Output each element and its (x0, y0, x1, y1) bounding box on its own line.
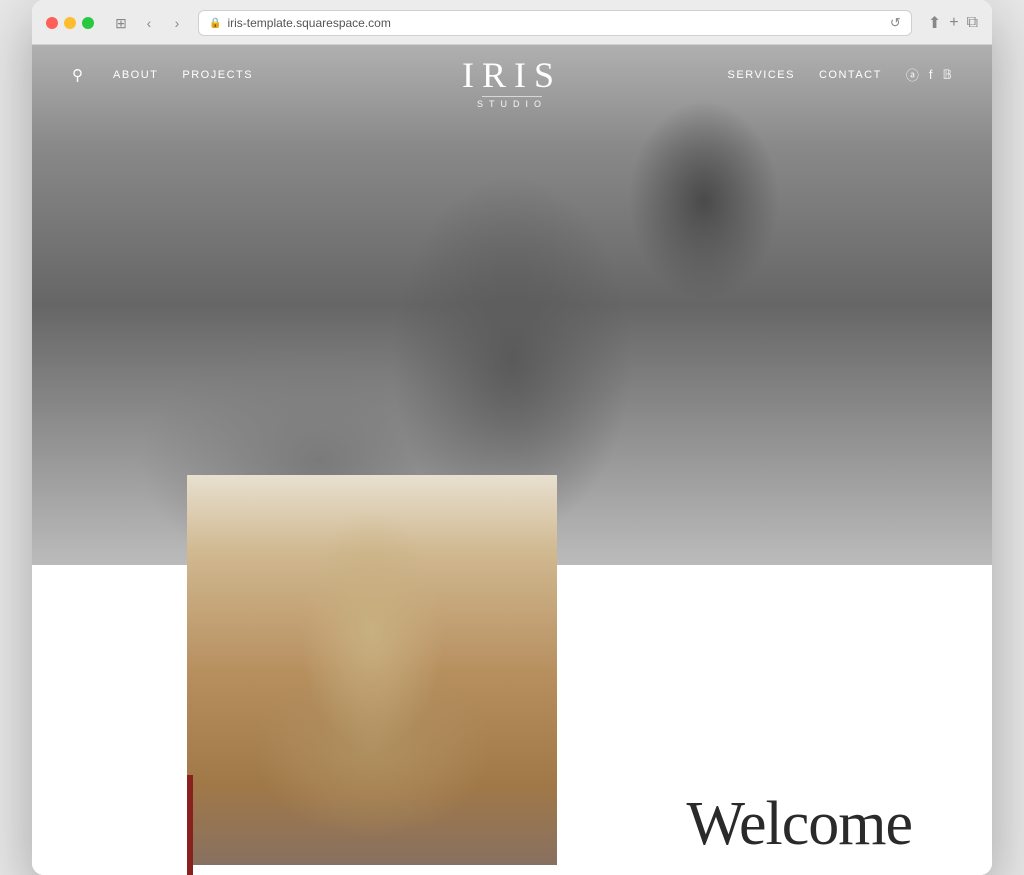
logo-sub: STUDIO (462, 99, 562, 109)
traffic-light-close[interactable] (46, 17, 58, 29)
nav-links-left: ABOUT PROJECTS (113, 69, 253, 81)
window-grid-button[interactable]: ⊞ (110, 12, 132, 34)
nav-right: SERVICES CONTACT ⓐ f 𝔹 (728, 65, 952, 84)
nav-link-projects[interactable]: PROJECTS (182, 69, 253, 81)
traffic-light-minimize[interactable] (64, 17, 76, 29)
share-button[interactable]: ⬆ (928, 13, 941, 33)
logo-divider (482, 96, 542, 97)
portrait-image (187, 475, 557, 865)
browser-actions: ⬆ + ⧉ (928, 13, 978, 33)
logo[interactable]: IRIS STUDIO (462, 57, 562, 109)
nav-link-about[interactable]: ABOUT (113, 69, 158, 81)
welcome-heading: Welcome (686, 793, 912, 855)
facebook-icon[interactable]: f (929, 67, 933, 82)
nav-left: ⚲ ABOUT PROJECTS (72, 66, 253, 84)
refresh-icon[interactable]: ↺ (890, 15, 901, 31)
bottom-section: Welcome (32, 565, 992, 875)
url-bar[interactable]: 🔒 iris-template.squarespace.com ↺ (198, 10, 912, 36)
browser-chrome: ⊞ ‹ › 🔒 iris-template.squarespace.com ↺ … (32, 0, 992, 45)
portrait-figure (187, 475, 557, 865)
traffic-light-fullscreen[interactable] (82, 17, 94, 29)
browser-window: ⊞ ‹ › 🔒 iris-template.squarespace.com ↺ … (32, 0, 992, 875)
url-text: iris-template.squarespace.com (227, 16, 390, 30)
lock-icon: 🔒 (209, 18, 221, 29)
instagram-icon[interactable]: ⓐ (906, 65, 919, 84)
browser-controls: ⊞ ‹ › (110, 12, 188, 34)
logo-main: IRIS (462, 57, 562, 93)
forward-button[interactable]: › (166, 12, 188, 34)
back-button[interactable]: ‹ (138, 12, 160, 34)
nav-link-contact[interactable]: CONTACT (819, 69, 882, 81)
red-accent-bar (187, 775, 193, 875)
nav-link-services[interactable]: SERVICES (728, 69, 795, 81)
website-content: ⚲ ABOUT PROJECTS IRIS STUDIO SERVICES (32, 45, 992, 875)
tabs-button[interactable]: ⧉ (967, 14, 978, 32)
social-icons: ⓐ f 𝔹 (906, 65, 952, 84)
pinterest-icon[interactable]: 𝔹 (942, 67, 952, 83)
new-tab-button[interactable]: + (949, 14, 958, 32)
traffic-lights (46, 17, 94, 29)
navbar: ⚲ ABOUT PROJECTS IRIS STUDIO SERVICES (32, 45, 992, 104)
nav-links-right: SERVICES CONTACT (728, 69, 882, 81)
search-icon[interactable]: ⚲ (72, 66, 83, 84)
